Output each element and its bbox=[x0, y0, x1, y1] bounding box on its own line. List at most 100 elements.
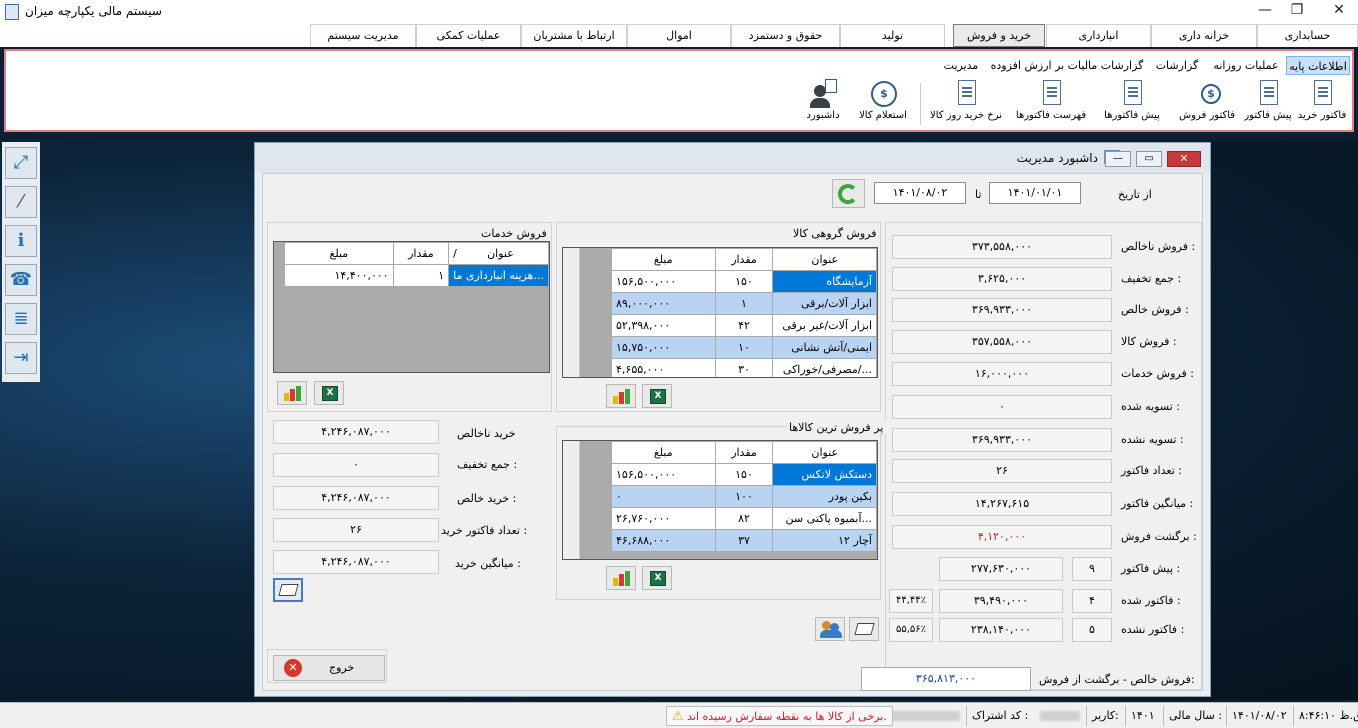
top-sellers-grid[interactable]: مبلغ مقدار عنوان ۱۵۶,۵۰۰,۰۰۰ ۱۵۰ دستکش لاتکس… bbox=[562, 440, 878, 560]
group-sales-grid[interactable]: مبلغ مقدار عنوان ۱۵۶,۵۰۰,۰۰۰ ۱۵۰ آزمایشگاه ۸… bbox=[562, 247, 878, 378]
print-summary-button[interactable] bbox=[849, 617, 879, 641]
group-sales-chart-button[interactable] bbox=[606, 384, 636, 408]
average-purchase-value: ۴,۲۴۶,۰۸۷,۰۰۰ bbox=[273, 550, 439, 574]
ribbon-tab-vat-reports[interactable]: گزارشات مالیات بر ارزش افزوده bbox=[990, 56, 1144, 75]
ribbon-tab-daily-ops[interactable]: عملیات روزانه bbox=[1210, 56, 1282, 75]
dialog-minimize-icon[interactable]: — bbox=[1105, 151, 1131, 167]
tab-inventory[interactable]: انبارداری bbox=[1046, 24, 1151, 47]
wand-icon[interactable]: ⁄ bbox=[5, 186, 37, 218]
table-row[interactable]: ۱۴,۴۰۰,۰۰۰ ۱ هزینه انبارداری ما... bbox=[284, 264, 549, 287]
ribbon-tab-management[interactable]: مدیریت bbox=[936, 56, 986, 75]
invoice-list-button[interactable]: فهرست فاکتورها bbox=[1010, 79, 1092, 127]
excel-icon: X bbox=[650, 389, 666, 404]
from-date-label: از تاریخ bbox=[1118, 188, 1152, 201]
total-discount-value: ۳,۶۲۵,۰۰۰ bbox=[892, 267, 1112, 291]
gross-sales-value: ۳۷۳,۵۵۸,۰۰۰ bbox=[892, 235, 1112, 259]
pre-invoice-button[interactable]: پیش فاکتور bbox=[1238, 79, 1298, 127]
print-purchase-button[interactable] bbox=[273, 578, 303, 602]
services-chart-button[interactable] bbox=[277, 381, 307, 405]
app-logo-icon bbox=[5, 4, 19, 20]
top-sellers-title: پر فروش ترین کالاها bbox=[786, 421, 887, 434]
group-sales-excel-button[interactable]: X bbox=[642, 384, 672, 408]
to-date-input[interactable]: ۱۴۰۱/۰۸/۰۲ bbox=[874, 182, 966, 204]
refresh-icon bbox=[838, 184, 858, 204]
dashboard-button[interactable]: داشبورد bbox=[796, 79, 850, 127]
table-row[interactable]: ۱۵۶,۵۰۰,۰۰۰ ۱۵۰ دستکش لاتکس bbox=[611, 463, 877, 486]
services-grid[interactable]: مبلغ مقدار عنوان / ۱۴,۴۰۰,۰۰۰ ۱ هزینه انبارد… bbox=[273, 241, 550, 373]
table-row[interactable]: ۴,۶۵۵,۰۰۰ ۳۰ مصرفی/خوراکی/... bbox=[611, 358, 877, 377]
tab-payroll[interactable]: حقوق و دستمزد bbox=[731, 24, 840, 47]
dialog-maximize-icon[interactable]: ▭ bbox=[1136, 151, 1162, 167]
average-purchase-label: میانگین خرید : bbox=[455, 557, 521, 570]
minimize-icon[interactable]: — bbox=[1252, 2, 1278, 18]
group-sales-scrollbar[interactable] bbox=[563, 248, 580, 377]
total-discount-label: جمع تخفیف : bbox=[1121, 272, 1182, 285]
customers-button[interactable] bbox=[815, 617, 845, 641]
expand-icon[interactable]: ⤢ bbox=[5, 147, 37, 179]
excel-icon: X bbox=[650, 571, 666, 586]
printer-icon bbox=[854, 623, 875, 635]
user-label: کاربر: bbox=[1086, 706, 1124, 726]
table-row[interactable]: ۸۹,۰۰۰,۰۰۰ ۱ ابزار آلات/برقی bbox=[611, 292, 877, 315]
ribbon-tab-reports[interactable]: گزارشات bbox=[1148, 56, 1206, 75]
status-time: ۸:۴۶:۱۰ ق.ظ bbox=[1293, 706, 1358, 726]
gross-purchase-label: خرید ناخالص bbox=[457, 427, 516, 440]
not-invoiced-label: فاکتور نشده : bbox=[1121, 623, 1185, 636]
top-sellers-scrollbar[interactable] bbox=[563, 441, 580, 559]
bar-chart-icon bbox=[284, 386, 302, 401]
pre-invoices-button[interactable]: پیش فاکتورها bbox=[1096, 79, 1168, 127]
settled-value: ۰ bbox=[892, 395, 1112, 419]
net-purchase-value: ۴,۲۴۶,۰۸۷,۰۰۰ bbox=[273, 486, 439, 510]
bar-chart-icon bbox=[613, 389, 631, 404]
close-icon[interactable]: ✕ bbox=[1326, 2, 1352, 18]
net-after-return-value: ۳۶۵,۸۱۳,۰۰۰ bbox=[861, 667, 1031, 691]
table-row[interactable]: ۱۵,۷۵۰,۰۰۰ ۱۰ ایمنی/آتش نشانی bbox=[611, 336, 877, 359]
gross-sales-label: فروش ناخالص : bbox=[1121, 240, 1196, 253]
top-sellers-chart-button[interactable] bbox=[606, 566, 636, 590]
exit-icon[interactable]: ⇥ bbox=[5, 342, 37, 374]
average-invoice-label: میانگین فاکتور : bbox=[1121, 497, 1194, 510]
tab-system-admin[interactable]: مدیریت سیستم bbox=[310, 24, 416, 47]
daily-rate-button[interactable]: نرخ خرید روز کالا bbox=[926, 79, 1006, 127]
purchase-count-value: ۲۶ bbox=[273, 518, 439, 542]
purchase-discount-value: ۰ bbox=[273, 453, 439, 477]
restore-icon[interactable]: ❐ bbox=[1284, 2, 1310, 18]
sales-invoice-button[interactable]: $ فاکتور فروش bbox=[1174, 79, 1240, 127]
tab-treasury[interactable]: خزانه داری bbox=[1151, 24, 1257, 47]
refresh-button[interactable] bbox=[832, 179, 865, 208]
notes-icon[interactable]: ≣ bbox=[5, 303, 37, 335]
tab-auxiliary[interactable]: عملیات کمکی bbox=[416, 24, 521, 47]
tab-purchase-sales[interactable]: خرید و فروش bbox=[953, 24, 1045, 47]
checklist-icon bbox=[1117, 79, 1147, 109]
pre-invoice-value: ۲۷۷,۶۳۰,۰۰۰ bbox=[939, 557, 1063, 581]
purchase-invoice-button[interactable]: فاکتور خرید bbox=[1292, 79, 1352, 127]
tab-production[interactable]: تولید bbox=[840, 24, 945, 47]
phone-icon[interactable]: ☎ bbox=[5, 264, 37, 296]
invoiced-value: ۳۹,۴۹۰,۰۰۰ bbox=[939, 589, 1063, 613]
reorder-warning[interactable]: ⚠ برخی از کالا ها به نقطه سفارش رسیده ان… bbox=[666, 706, 893, 726]
invoice-count-value: ۲۶ bbox=[892, 459, 1112, 483]
table-row[interactable]: ۰ ۱۰۰ بکین پودر bbox=[611, 485, 877, 508]
sales-return-value: ۴,۱۲۰,۰۰۰ bbox=[892, 525, 1112, 549]
fiscal-year-label: سال مالی : bbox=[1163, 706, 1227, 726]
exit-button[interactable]: خروج ✕ bbox=[273, 655, 385, 681]
to-date-label: تا bbox=[975, 188, 982, 201]
subscription-label: کد اشتراک : bbox=[966, 706, 1033, 726]
invoiced-count: ۴ bbox=[1072, 589, 1112, 613]
ribbon-tab-base-info[interactable]: اطلاعات پایه bbox=[1286, 56, 1350, 75]
table-row[interactable]: ۲۶,۷۶۰,۰۰۰ ۸۲ آبمیوه پاکتی سن... bbox=[611, 507, 877, 530]
status-bar: ۸:۴۶:۱۰ ق.ظ ۱۴۰۱/۰۸/۰۲ سال مالی : ۱۴۰۱ ک… bbox=[0, 702, 1358, 728]
info-icon[interactable]: i bbox=[5, 225, 37, 257]
tab-accounting[interactable]: حسابداری bbox=[1257, 24, 1358, 47]
dashboard-dialog: داشبورد مدیریت — ▭ ✕ از تاریخ ۱۴۰۱/۰۱/۰۱… bbox=[254, 142, 1211, 697]
from-date-input[interactable]: ۱۴۰۱/۰۱/۰۱ bbox=[989, 182, 1081, 204]
dialog-close-icon[interactable]: ✕ bbox=[1167, 151, 1201, 167]
table-row[interactable]: ۱۵۶,۵۰۰,۰۰۰ ۱۵۰ آزمایشگاه bbox=[611, 270, 877, 293]
table-row[interactable]: ۴۶,۶۸۸,۰۰۰ ۳۷ آچار ۱۲ bbox=[611, 529, 877, 552]
tab-assets[interactable]: اموال bbox=[627, 24, 731, 47]
table-row[interactable]: ۵۲,۳۹۸,۰۰۰ ۴۲ ابزار آلات/غیر برقی bbox=[611, 314, 877, 337]
tab-crm[interactable]: ارتباط با مشتریان bbox=[521, 24, 627, 47]
top-sellers-excel-button[interactable]: X bbox=[642, 566, 672, 590]
services-excel-button[interactable]: X bbox=[314, 381, 344, 405]
product-inquiry-button[interactable]: $ استعلام کالا bbox=[850, 79, 916, 127]
